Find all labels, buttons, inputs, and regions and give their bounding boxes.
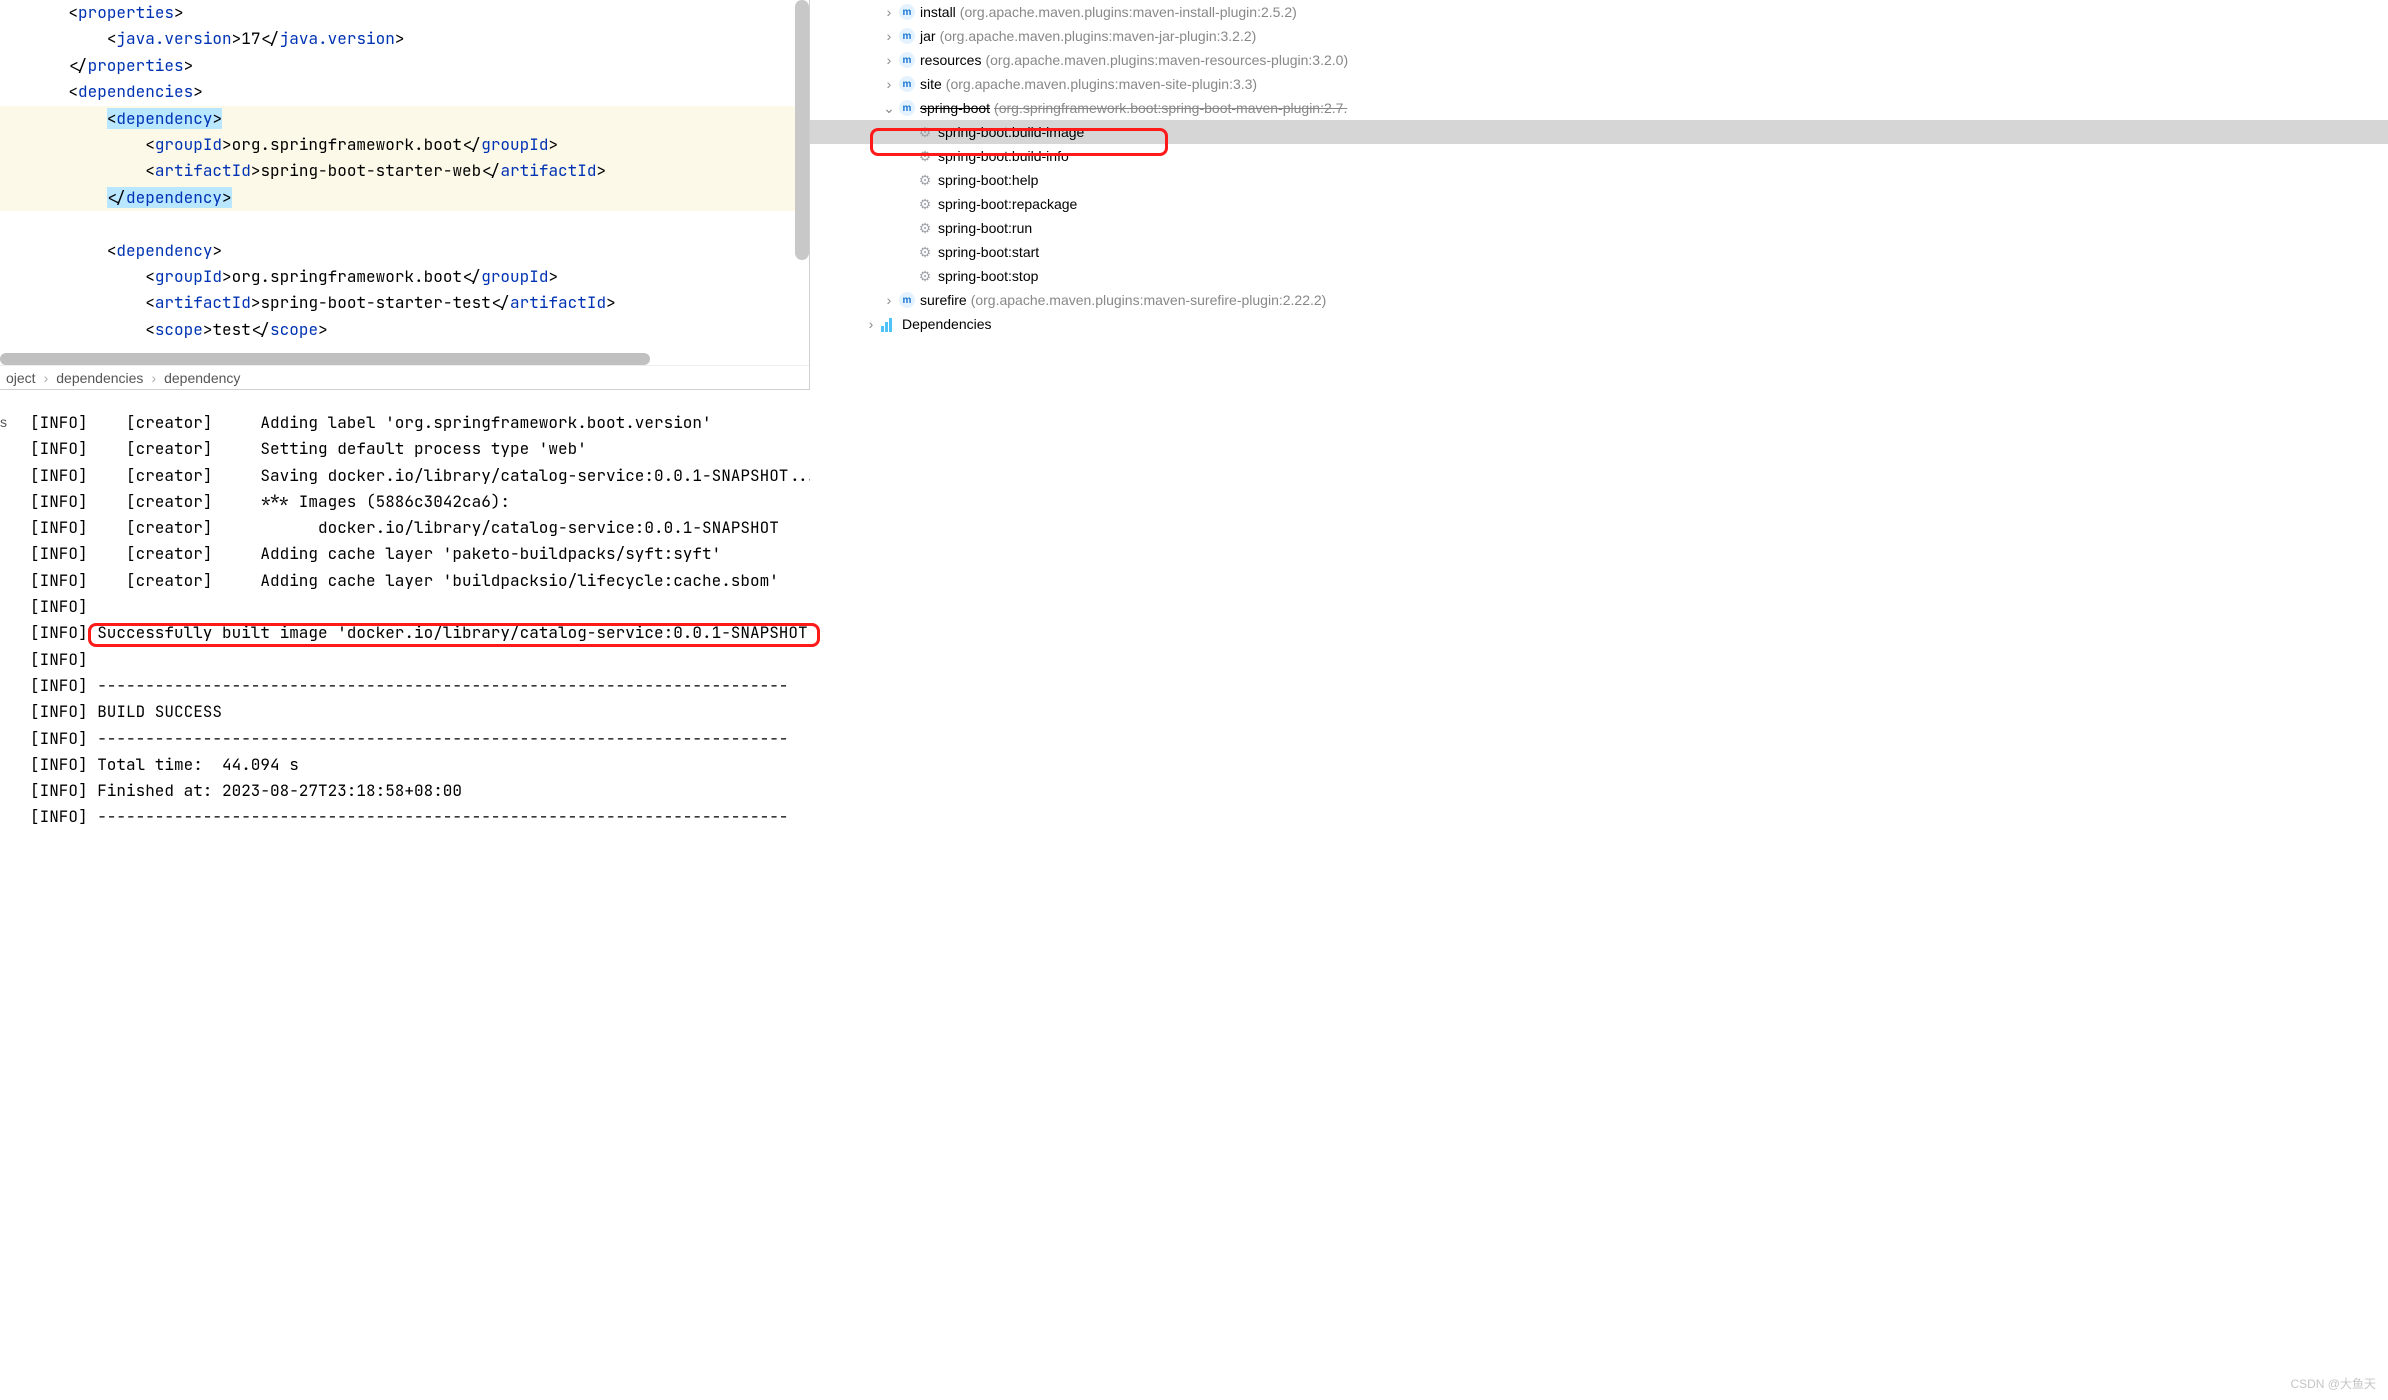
maven-plugin-icon: m <box>898 4 916 20</box>
tree-item-suffix: (org.apache.maven.plugins:maven-install-… <box>960 4 1297 20</box>
code-line[interactable] <box>0 211 809 237</box>
tree-item-resources[interactable]: ›mresources(org.apache.maven.plugins:mav… <box>810 48 2388 72</box>
editor-pane[interactable]: <properties> <java.version>17</java.vers… <box>0 0 810 390</box>
code-line[interactable]: <groupId>org.springframework.boot</group… <box>0 264 809 290</box>
console-line: [INFO] [creator] Saving docker.io/librar… <box>30 463 810 489</box>
tree-item-label: Dependencies <box>902 316 992 332</box>
horizontal-scrollbar[interactable] <box>0 353 809 365</box>
code-line[interactable]: <dependency> <box>0 106 809 132</box>
watermark: CSDN @大鱼天 <box>2290 1375 2376 1392</box>
tree-item-spring-boot-stop[interactable]: ⚙spring-boot:stop <box>810 264 2388 288</box>
console-line: [INFO] [creator] *** Images (5886c3042ca… <box>30 489 810 515</box>
breadcrumb-item[interactable]: dependency <box>164 370 240 386</box>
tree-item-label: jar <box>920 28 936 44</box>
chevron-right-icon: › <box>44 370 49 386</box>
tree-item-spring-boot[interactable]: ⌄mspring-boot(org.springframework.boot:s… <box>810 96 2388 120</box>
tree-item-suffix: (org.apache.maven.plugins:maven-resource… <box>985 52 1348 68</box>
tree-item-spring-boot-build-image[interactable]: ⚙spring-boot:build-image <box>810 120 2388 144</box>
tree-item-label: spring-boot:build-image <box>938 124 1084 140</box>
console-line: [INFO] [creator] docker.io/library/catal… <box>30 515 810 541</box>
tree-item-label: spring-boot:repackage <box>938 196 1077 212</box>
code-line[interactable]: <groupId>org.springframework.boot</group… <box>0 132 809 158</box>
gear-icon: ⚙ <box>916 268 934 285</box>
maven-tree-pane[interactable]: ›minstall(org.apache.maven.plugins:maven… <box>810 0 2388 1400</box>
code-line[interactable]: </dependency> <box>0 185 809 211</box>
console-line: [INFO] <box>30 594 810 620</box>
tree-item-Dependencies[interactable]: › Dependencies <box>810 312 2388 336</box>
tree-item-label: site <box>920 76 942 92</box>
maven-plugin-icon: m <box>898 28 916 44</box>
expand-arrow-icon[interactable]: › <box>882 28 896 44</box>
expand-arrow-icon[interactable]: › <box>882 52 896 68</box>
maven-plugin-icon: m <box>898 52 916 68</box>
tree-item-label: spring-boot:stop <box>938 268 1038 284</box>
console-line: [INFO] ---------------------------------… <box>30 673 810 699</box>
tree-item-jar[interactable]: ›mjar(org.apache.maven.plugins:maven-jar… <box>810 24 2388 48</box>
breadcrumb-item[interactable]: oject <box>6 370 36 386</box>
tree-item-install[interactable]: ›minstall(org.apache.maven.plugins:maven… <box>810 0 2388 24</box>
tree-item-label: install <box>920 4 956 20</box>
code-editor[interactable]: <properties> <java.version>17</java.vers… <box>0 0 809 343</box>
tree-item-surefire[interactable]: ›msurefire(org.apache.maven.plugins:mave… <box>810 288 2388 312</box>
code-line[interactable]: <java.version>17</java.version> <box>0 26 809 52</box>
truncated-tab-label: s <box>0 414 7 430</box>
chevron-right-icon: › <box>151 370 156 386</box>
breadcrumb-item[interactable]: dependencies <box>56 370 143 386</box>
gear-icon: ⚙ <box>916 148 934 165</box>
code-line[interactable]: <dependency> <box>0 238 809 264</box>
console-line: [INFO] [creator] Adding cache layer 'bui… <box>30 568 810 594</box>
vertical-scrollbar[interactable] <box>795 0 809 300</box>
expand-arrow-icon[interactable]: › <box>882 292 896 308</box>
tree-item-label: spring-boot:build-info <box>938 148 1069 164</box>
tree-item-suffix: (org.apache.maven.plugins:maven-jar-plug… <box>940 28 1257 44</box>
maven-plugin-icon: m <box>898 76 916 92</box>
tree-item-label: spring-boot:run <box>938 220 1032 236</box>
console-line: [INFO] ---------------------------------… <box>30 804 810 830</box>
tree-item-spring-boot-run[interactable]: ⚙spring-boot:run <box>810 216 2388 240</box>
code-line[interactable]: <properties> <box>0 0 809 26</box>
dependencies-icon <box>880 316 898 332</box>
expand-arrow-icon[interactable]: ⌄ <box>882 100 896 117</box>
console-line: [INFO] Total time: 44.094 s <box>30 752 810 778</box>
code-line[interactable]: </properties> <box>0 53 809 79</box>
tree-item-suffix: (org.apache.maven.plugins:maven-site-plu… <box>946 76 1257 92</box>
console-line: [INFO] [creator] Setting default process… <box>30 436 810 462</box>
code-line[interactable]: <scope>test</scope> <box>0 317 809 343</box>
console-line: [INFO] [creator] Adding label 'org.sprin… <box>30 410 810 436</box>
tree-item-site[interactable]: ›msite(org.apache.maven.plugins:maven-si… <box>810 72 2388 96</box>
console-output[interactable]: [INFO] [creator] Adding label 'org.sprin… <box>0 390 810 1400</box>
gear-icon: ⚙ <box>916 244 934 261</box>
gear-icon: ⚙ <box>916 124 934 141</box>
maven-plugin-icon: m <box>898 292 916 308</box>
tree-item-label: resources <box>920 52 981 68</box>
expand-arrow-icon[interactable]: › <box>882 4 896 20</box>
console-line: [INFO] <box>30 647 810 673</box>
tree-item-spring-boot-start[interactable]: ⚙spring-boot:start <box>810 240 2388 264</box>
console-line: [INFO] [creator] Adding cache layer 'pak… <box>30 541 810 567</box>
tree-item-spring-boot-build-info[interactable]: ⚙spring-boot:build-info <box>810 144 2388 168</box>
code-line[interactable]: <artifactId>spring-boot-starter-test</ar… <box>0 290 809 316</box>
tree-item-spring-boot-help[interactable]: ⚙spring-boot:help <box>810 168 2388 192</box>
console-line: [INFO] ---------------------------------… <box>30 726 810 752</box>
gear-icon: ⚙ <box>916 220 934 237</box>
expand-arrow-icon[interactable]: › <box>864 316 878 332</box>
code-line[interactable]: <artifactId>spring-boot-starter-web</art… <box>0 158 809 184</box>
console-line: [INFO] Finished at: 2023-08-27T23:18:58+… <box>30 778 810 804</box>
console-line: [INFO] BUILD SUCCESS <box>30 699 810 725</box>
expand-arrow-icon[interactable]: › <box>882 76 896 92</box>
tree-item-suffix: (org.apache.maven.plugins:maven-surefire… <box>971 292 1327 308</box>
tree-item-suffix: (org.springframework.boot:spring-boot-ma… <box>994 100 1347 116</box>
gear-icon: ⚙ <box>916 196 934 213</box>
maven-plugin-icon: m <box>898 100 916 116</box>
code-line[interactable]: <dependencies> <box>0 79 809 105</box>
breadcrumb[interactable]: oject › dependencies › dependency <box>0 365 809 389</box>
gear-icon: ⚙ <box>916 172 934 189</box>
tree-item-spring-boot-repackage[interactable]: ⚙spring-boot:repackage <box>810 192 2388 216</box>
tree-item-label: spring-boot:start <box>938 244 1039 260</box>
console-line: [INFO] Successfully built image 'docker.… <box>30 620 810 646</box>
tree-item-label: spring-boot:help <box>938 172 1038 188</box>
tree-item-label: spring-boot <box>920 100 990 116</box>
tree-item-label: surefire <box>920 292 967 308</box>
